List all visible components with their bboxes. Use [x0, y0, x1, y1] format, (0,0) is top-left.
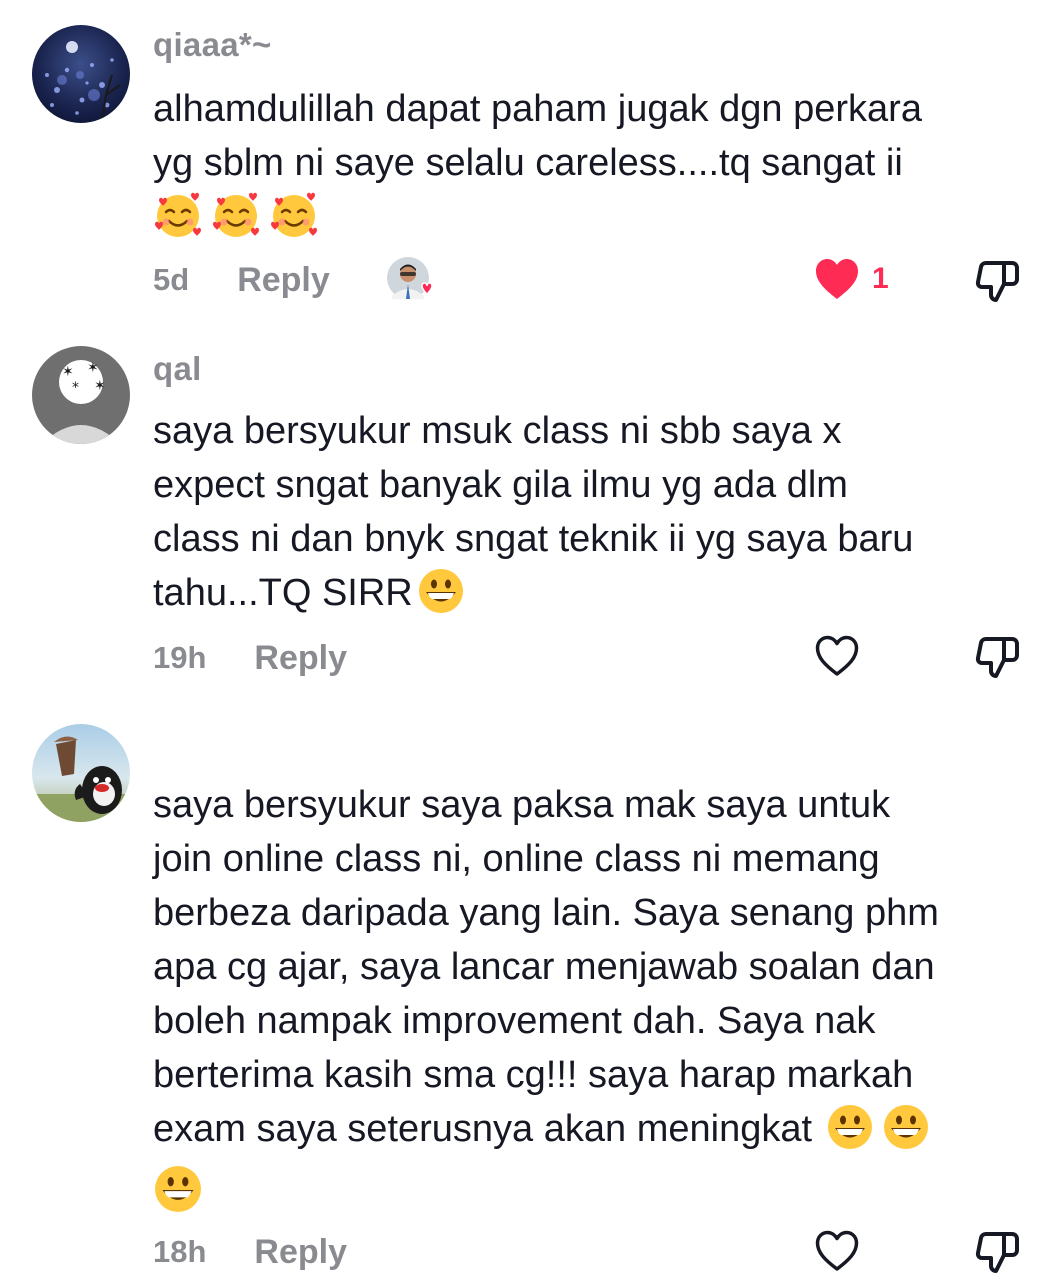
smiling-face-with-hearts-icon — [211, 190, 261, 240]
comment-time: 19h — [153, 640, 207, 675]
grinning-face-icon — [153, 1164, 203, 1214]
reply-button[interactable]: Reply — [237, 261, 330, 300]
thumbs-down-icon — [974, 1228, 1022, 1276]
svg-text:✶: ✶ — [94, 378, 106, 394]
grinning-face-icon — [882, 1103, 930, 1151]
username[interactable]: qal — [153, 350, 202, 388]
grinning-face-icon — [417, 567, 465, 615]
thumbs-down-icon — [974, 633, 1022, 681]
reply-button[interactable]: Reply — [254, 639, 347, 678]
username[interactable]: qiaaa*~ — [153, 26, 272, 64]
reply-button[interactable]: Reply — [254, 1233, 347, 1272]
heart-outline-icon — [814, 634, 860, 678]
heart-outline-icon — [814, 1229, 860, 1273]
comment-item: saya bersyukur saya paksa mak saya untuk… — [0, 700, 1064, 1280]
dislike-button[interactable] — [974, 1228, 1022, 1276]
smiling-face-with-hearts-icon — [153, 190, 203, 240]
heart-filled-icon — [814, 257, 860, 301]
smiling-face-with-hearts-icon — [269, 190, 319, 240]
svg-text:✶: ✶ — [62, 364, 74, 380]
emoji-row — [153, 1162, 203, 1216]
comment-text: saya bersyukur msuk class ni sbb saya x … — [153, 404, 1038, 620]
svg-text:*: * — [72, 380, 79, 396]
like-button[interactable] — [814, 1229, 860, 1273]
user-avatar[interactable]: ✶ ✶ ✶ * — [32, 346, 130, 444]
comment-text: saya bersyukur saya paksa mak saya untuk… — [153, 778, 1038, 1156]
liked-by-creator-avatar — [386, 256, 434, 304]
dislike-button[interactable] — [974, 633, 1022, 681]
comment-meta: 19h Reply — [153, 633, 347, 683]
comment-time: 18h — [153, 1234, 207, 1269]
grinning-face-icon — [826, 1103, 874, 1151]
user-avatar[interactable] — [32, 25, 130, 123]
comment-item: qiaaa*~ alhamdulillah dapat paham jugak … — [0, 0, 1064, 320]
svg-text:✶: ✶ — [87, 360, 99, 376]
thumbs-down-icon — [974, 257, 1022, 305]
comment-meta: 5d Reply — [153, 255, 330, 305]
dislike-button[interactable] — [974, 257, 1022, 305]
emoji-row — [153, 188, 319, 242]
like-button[interactable] — [814, 634, 860, 678]
comment-text: alhamdulillah dapat paham jugak dgn perk… — [153, 88, 922, 184]
comment-item: ✶ ✶ ✶ * qal saya bersyukur msuk class ni sb… — [0, 320, 1064, 700]
comment-text-content: saya bersyukur msuk class ni sbb saya x … — [153, 410, 914, 614]
like-count: 1 — [872, 262, 889, 295]
comment-text-content: saya bersyukur saya paksa mak saya untuk… — [153, 784, 939, 1150]
comment-time: 5d — [153, 262, 190, 297]
like-button[interactable]: 1 — [814, 257, 889, 301]
comment-meta: 18h Reply — [153, 1227, 347, 1277]
user-avatar[interactable] — [32, 724, 130, 822]
